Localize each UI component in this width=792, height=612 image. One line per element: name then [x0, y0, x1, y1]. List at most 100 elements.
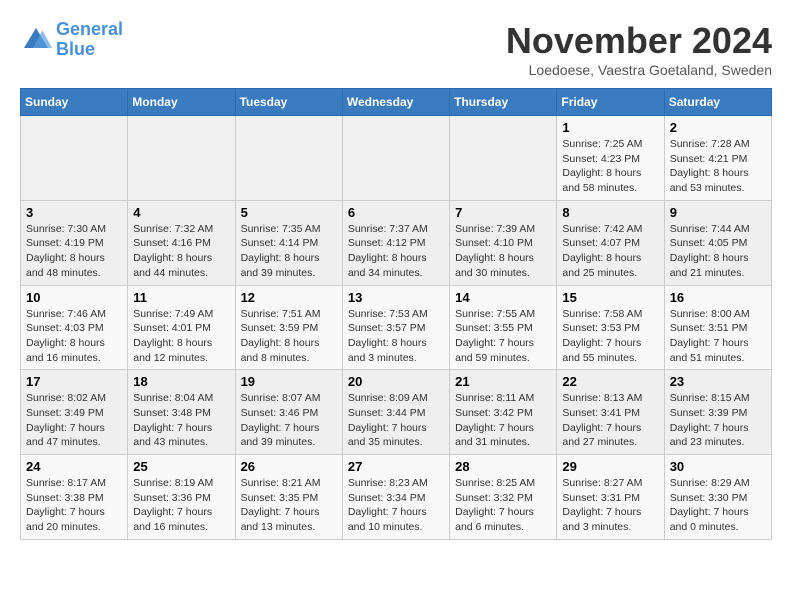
logo-line2: Blue [56, 39, 95, 59]
calendar-table: SundayMondayTuesdayWednesdayThursdayFrid… [20, 88, 772, 540]
weekday-header-friday: Friday [557, 89, 664, 116]
day-number: 3 [26, 205, 122, 220]
calendar-cell: 4 Sunrise: 7:32 AM Sunset: 4:16 PM Daylig… [128, 200, 235, 285]
day-number: 14 [455, 290, 551, 305]
day-info: Sunrise: 8:13 AM Sunset: 3:41 PM Dayligh… [562, 391, 658, 450]
day-info: Sunrise: 8:21 AM Sunset: 3:35 PM Dayligh… [241, 476, 337, 535]
day-info: Sunrise: 7:51 AM Sunset: 3:59 PM Dayligh… [241, 307, 337, 366]
day-number: 6 [348, 205, 444, 220]
calendar-cell: 14 Sunrise: 7:55 AM Sunset: 3:55 PM Dayli… [450, 285, 557, 370]
day-info: Sunrise: 7:30 AM Sunset: 4:19 PM Dayligh… [26, 222, 122, 281]
day-info: Sunrise: 8:15 AM Sunset: 3:39 PM Dayligh… [670, 391, 766, 450]
day-info: Sunrise: 7:55 AM Sunset: 3:55 PM Dayligh… [455, 307, 551, 366]
location-subtitle: Loedoese, Vaestra Goetaland, Sweden [506, 62, 772, 78]
calendar-cell: 13 Sunrise: 7:53 AM Sunset: 3:57 PM Dayli… [342, 285, 449, 370]
calendar-cell: 23 Sunrise: 8:15 AM Sunset: 3:39 PM Dayli… [664, 370, 771, 455]
calendar-cell: 12 Sunrise: 7:51 AM Sunset: 3:59 PM Dayli… [235, 285, 342, 370]
day-info: Sunrise: 7:49 AM Sunset: 4:01 PM Dayligh… [133, 307, 229, 366]
calendar-cell: 26Sunrise: 8:21 AM Sunset: 3:35 PM Dayli… [235, 455, 342, 540]
weekday-header-sunday: Sunday [21, 89, 128, 116]
day-number: 2 [670, 120, 766, 135]
calendar-cell: 6 Sunrise: 7:37 AM Sunset: 4:12 PM Daylig… [342, 200, 449, 285]
calendar-cell: 18 Sunrise: 8:04 AM Sunset: 3:48 PM Dayli… [128, 370, 235, 455]
title-block: November 2024 Loedoese, Vaestra Goetalan… [506, 20, 772, 78]
day-number: 23 [670, 374, 766, 389]
week-row-2: 3 Sunrise: 7:30 AM Sunset: 4:19 PM Daylig… [21, 200, 772, 285]
calendar-cell: 27 Sunrise: 8:23 AM Sunset: 3:34 PM Dayli… [342, 455, 449, 540]
day-number: 24 [26, 459, 122, 474]
day-info: Sunrise: 7:39 AM Sunset: 4:10 PM Dayligh… [455, 222, 551, 281]
weekday-header-wednesday: Wednesday [342, 89, 449, 116]
day-number: 27 [348, 459, 444, 474]
calendar-cell: 30 Sunrise: 8:29 AM Sunset: 3:30 PM Dayli… [664, 455, 771, 540]
day-number: 21 [455, 374, 551, 389]
day-info: Sunrise: 8:23 AM Sunset: 3:34 PM Dayligh… [348, 476, 444, 535]
weekday-header-saturday: Saturday [664, 89, 771, 116]
calendar-cell: 16 Sunrise: 8:00 AM Sunset: 3:51 PM Dayli… [664, 285, 771, 370]
day-info: Sunrise: 8:07 AM Sunset: 3:46 PM Dayligh… [241, 391, 337, 450]
day-number: 30 [670, 459, 766, 474]
calendar-cell: 10 Sunrise: 7:46 AM Sunset: 4:03 PM Dayli… [21, 285, 128, 370]
day-info: Sunrise: 7:46 AM Sunset: 4:03 PM Dayligh… [26, 307, 122, 366]
day-info: Sunrise: 8:04 AM Sunset: 3:48 PM Dayligh… [133, 391, 229, 450]
calendar-cell: 24 Sunrise: 8:17 AM Sunset: 3:38 PM Dayli… [21, 455, 128, 540]
logo-line1: General [56, 19, 123, 39]
calendar-cell: 17 Sunrise: 8:02 AM Sunset: 3:49 PM Dayli… [21, 370, 128, 455]
day-number: 10 [26, 290, 122, 305]
day-info: Sunrise: 7:28 AM Sunset: 4:21 PM Dayligh… [670, 137, 766, 196]
day-info: Sunrise: 7:35 AM Sunset: 4:14 PM Dayligh… [241, 222, 337, 281]
week-row-4: 17 Sunrise: 8:02 AM Sunset: 3:49 PM Dayli… [21, 370, 772, 455]
calendar-header: SundayMondayTuesdayWednesdayThursdayFrid… [21, 89, 772, 116]
day-info: Sunrise: 8:29 AM Sunset: 3:30 PM Dayligh… [670, 476, 766, 535]
day-number: 4 [133, 205, 229, 220]
day-number: 20 [348, 374, 444, 389]
day-info: Sunrise: 8:09 AM Sunset: 3:44 PM Dayligh… [348, 391, 444, 450]
day-info: Sunrise: 7:25 AM Sunset: 4:23 PM Dayligh… [562, 137, 658, 196]
week-row-3: 10 Sunrise: 7:46 AM Sunset: 4:03 PM Dayli… [21, 285, 772, 370]
day-number: 16 [670, 290, 766, 305]
logo: General Blue [20, 20, 123, 60]
day-number: 19 [241, 374, 337, 389]
weekday-header-tuesday: Tuesday [235, 89, 342, 116]
month-title: November 2024 [506, 20, 772, 62]
weekday-header-thursday: Thursday [450, 89, 557, 116]
day-number: 17 [26, 374, 122, 389]
day-info: Sunrise: 8:11 AM Sunset: 3:42 PM Dayligh… [455, 391, 551, 450]
calendar-cell [342, 116, 449, 201]
calendar-cell: 15Sunrise: 7:58 AM Sunset: 3:53 PM Dayli… [557, 285, 664, 370]
day-info: Sunrise: 8:17 AM Sunset: 3:38 PM Dayligh… [26, 476, 122, 535]
calendar-cell: 22 Sunrise: 8:13 AM Sunset: 3:41 PM Dayli… [557, 370, 664, 455]
day-number: 12 [241, 290, 337, 305]
calendar-cell: 28 Sunrise: 8:25 AM Sunset: 3:32 PM Dayli… [450, 455, 557, 540]
day-info: Sunrise: 8:27 AM Sunset: 3:31 PM Dayligh… [562, 476, 658, 535]
day-info: Sunrise: 7:37 AM Sunset: 4:12 PM Dayligh… [348, 222, 444, 281]
calendar-cell: 9 Sunrise: 7:44 AM Sunset: 4:05 PM Daylig… [664, 200, 771, 285]
day-number: 13 [348, 290, 444, 305]
logo-icon [20, 24, 52, 56]
calendar-cell: 1 Sunrise: 7:25 AM Sunset: 4:23 PM Daylig… [557, 116, 664, 201]
day-info: Sunrise: 8:00 AM Sunset: 3:51 PM Dayligh… [670, 307, 766, 366]
day-number: 22 [562, 374, 658, 389]
day-info: Sunrise: 8:19 AM Sunset: 3:36 PM Dayligh… [133, 476, 229, 535]
day-number: 5 [241, 205, 337, 220]
day-info: Sunrise: 8:25 AM Sunset: 3:32 PM Dayligh… [455, 476, 551, 535]
day-number: 11 [133, 290, 229, 305]
day-info: Sunrise: 8:02 AM Sunset: 3:49 PM Dayligh… [26, 391, 122, 450]
day-info: Sunrise: 7:32 AM Sunset: 4:16 PM Dayligh… [133, 222, 229, 281]
calendar-cell [450, 116, 557, 201]
calendar-cell: 11 Sunrise: 7:49 AM Sunset: 4:01 PM Dayli… [128, 285, 235, 370]
week-row-5: 24 Sunrise: 8:17 AM Sunset: 3:38 PM Dayli… [21, 455, 772, 540]
day-number: 1 [562, 120, 658, 135]
calendar-cell: 21 Sunrise: 8:11 AM Sunset: 3:42 PM Dayli… [450, 370, 557, 455]
day-number: 8 [562, 205, 658, 220]
day-number: 18 [133, 374, 229, 389]
calendar-cell [235, 116, 342, 201]
calendar-cell: 3 Sunrise: 7:30 AM Sunset: 4:19 PM Daylig… [21, 200, 128, 285]
day-number: 9 [670, 205, 766, 220]
day-info: Sunrise: 7:53 AM Sunset: 3:57 PM Dayligh… [348, 307, 444, 366]
day-number: 28 [455, 459, 551, 474]
weekday-row: SundayMondayTuesdayWednesdayThursdayFrid… [21, 89, 772, 116]
day-info: Sunrise: 7:42 AM Sunset: 4:07 PM Dayligh… [562, 222, 658, 281]
day-info: Sunrise: 7:44 AM Sunset: 4:05 PM Dayligh… [670, 222, 766, 281]
logo-text: General Blue [56, 20, 123, 60]
